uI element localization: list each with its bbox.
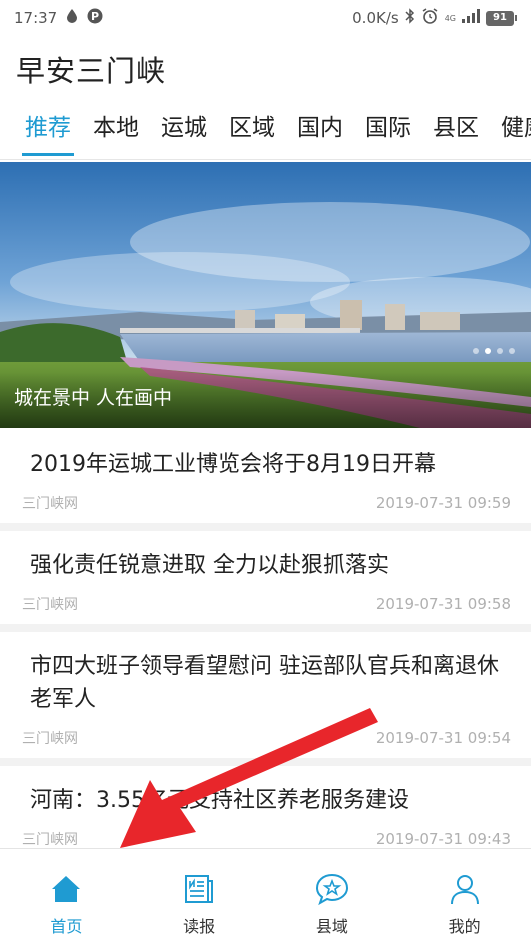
news-time: 2019-07-31 09:59 — [375, 494, 511, 512]
status-bar: 17:37 P 0.0K/s 4G 91 — [0, 0, 531, 36]
news-source: 三门峡网 — [22, 597, 78, 613]
nav-mine[interactable]: 我的 — [398, 849, 531, 944]
news-meta: 三门峡网 2019-07-31 09:54 — [22, 728, 511, 748]
banner-caption: 城在景中 人在画中 — [14, 387, 173, 409]
news-source: 三门峡网 — [22, 731, 78, 747]
news-title: 市四大班子领导看望慰问 驻运部队官兵和离退休老军人 — [30, 654, 499, 712]
news-time: 2019-07-31 09:54 — [375, 729, 511, 747]
news-meta: 三门峡网 2019-07-31 09:43 — [22, 829, 511, 849]
status-right: 0.0K/s 4G 91 — [352, 7, 517, 29]
tab-recommend[interactable]: 推荐 — [14, 106, 82, 156]
carousel-indicator — [473, 348, 515, 354]
tab-international[interactable]: 国际 — [354, 106, 422, 150]
news-meta: 三门峡网 2019-07-31 09:59 — [22, 493, 511, 513]
parking-p-icon: P — [87, 8, 103, 28]
svg-text:P: P — [91, 10, 99, 23]
nav-home[interactable]: 首页 — [0, 849, 133, 944]
person-icon — [450, 875, 479, 905]
star-chat-icon — [315, 873, 348, 906]
nav-mine-label: 我的 — [448, 917, 481, 936]
tab-counties[interactable]: 县区 — [422, 106, 490, 150]
nav-county[interactable]: 县域 — [266, 849, 399, 944]
news-title: 强化责任锐意进取 全力以赴狠抓落实 — [30, 553, 389, 578]
tab-region[interactable]: 区域 — [218, 106, 286, 150]
status-left: 17:37 P — [14, 8, 103, 28]
news-list: 2019年运城工业博览会将于8月19日开幕 三门峡网 2019-07-31 09… — [0, 430, 531, 867]
signal-icon — [462, 9, 480, 27]
carousel-dot — [509, 348, 515, 354]
tab-local[interactable]: 本地 — [82, 106, 150, 150]
category-tabs: 推荐 本地 运城 区域 国内 国际 县区 健康 — [0, 106, 531, 160]
news-source: 三门峡网 — [22, 832, 78, 848]
network-type: 4G — [444, 13, 456, 23]
battery-level: 91 — [486, 10, 514, 26]
tab-health[interactable]: 健康 — [490, 106, 531, 150]
water-drop-icon — [65, 8, 79, 28]
battery-icon: 91 — [486, 10, 517, 26]
page-title: 早安三门峡 — [16, 54, 167, 88]
news-source: 三门峡网 — [22, 496, 78, 512]
tab-yuncheng[interactable]: 运城 — [150, 106, 218, 150]
news-time: 2019-07-31 09:43 — [375, 830, 511, 848]
carousel-dot — [473, 348, 479, 354]
bluetooth-icon — [405, 8, 415, 28]
alarm-clock-icon — [421, 7, 439, 29]
home-icon — [52, 876, 81, 902]
nav-home-label: 首页 — [50, 917, 83, 936]
nav-newspaper-label: 读报 — [183, 917, 216, 936]
carousel-dot — [497, 348, 503, 354]
news-item[interactable]: 强化责任锐意进取 全力以赴狠抓落实 三门峡网 2019-07-31 09:58 — [0, 531, 531, 632]
status-time: 17:37 — [14, 9, 58, 27]
nav-newspaper[interactable]: 读报 — [133, 849, 266, 944]
tab-domestic[interactable]: 国内 — [286, 106, 354, 150]
news-title: 2019年运城工业博览会将于8月19日开幕 — [30, 452, 436, 477]
news-time: 2019-07-31 09:58 — [375, 595, 511, 613]
bottom-nav: 首页 读报 县域 我的 — [0, 848, 531, 944]
newspaper-icon — [185, 875, 214, 903]
carousel-dot-active — [485, 348, 491, 354]
news-item[interactable]: 2019年运城工业博览会将于8月19日开幕 三门峡网 2019-07-31 09… — [0, 430, 531, 531]
nav-county-label: 县域 — [315, 917, 348, 936]
news-item[interactable]: 市四大班子领导看望慰问 驻运部队官兵和离退休老军人 三门峡网 2019-07-3… — [0, 632, 531, 766]
banner-carousel[interactable]: 城在景中 人在画中 — [0, 162, 531, 428]
news-title: 河南：3.55亿元支持社区养老服务建设 — [30, 788, 409, 813]
network-speed: 0.0K/s — [352, 9, 399, 27]
news-meta: 三门峡网 2019-07-31 09:58 — [22, 594, 511, 614]
